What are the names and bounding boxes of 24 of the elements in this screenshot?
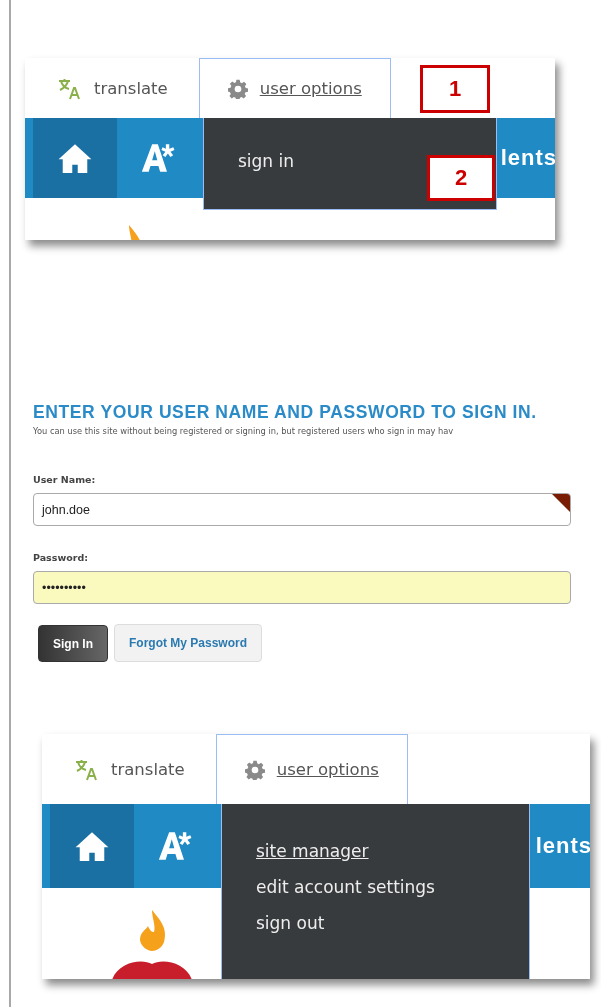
sign-in-button[interactable]: Sign In [38,625,108,662]
home-icon[interactable] [58,143,92,173]
sign-in-heading: ENTER YOUR USER NAME AND PASSWORD TO SIGN IN. [33,402,538,423]
translate-icon [73,757,99,782]
description-text: You can use this site without being registered or signing in, but registered users who sign in may hav [33,426,455,436]
menu-tab[interactable]: user options [198,58,391,118]
callout-number: 2 [427,155,495,201]
translate-icon [56,76,82,101]
menu-item[interactable]: edit account settings [256,877,529,897]
input-field[interactable]: john.doe [33,493,571,526]
callout-number: 1 [420,65,490,113]
field-label: Password: [33,552,89,563]
home-icon[interactable] [75,831,109,861]
settings-icon [244,759,265,780]
menu-item[interactable]: site manager [256,841,529,861]
letter-a-star-icon[interactable] [141,142,177,174]
corner-marker-icon [552,494,570,512]
letter-a-star-icon[interactable] [158,830,194,862]
field-label: User Name: [33,474,97,485]
menu-tab[interactable]: user options [215,734,408,804]
menu-item[interactable]: sign out [256,913,529,933]
forgot-password-button[interactable]: Forgot My Password [114,624,262,662]
input-field[interactable]: •••••••••• [33,571,571,604]
settings-icon [227,78,248,99]
